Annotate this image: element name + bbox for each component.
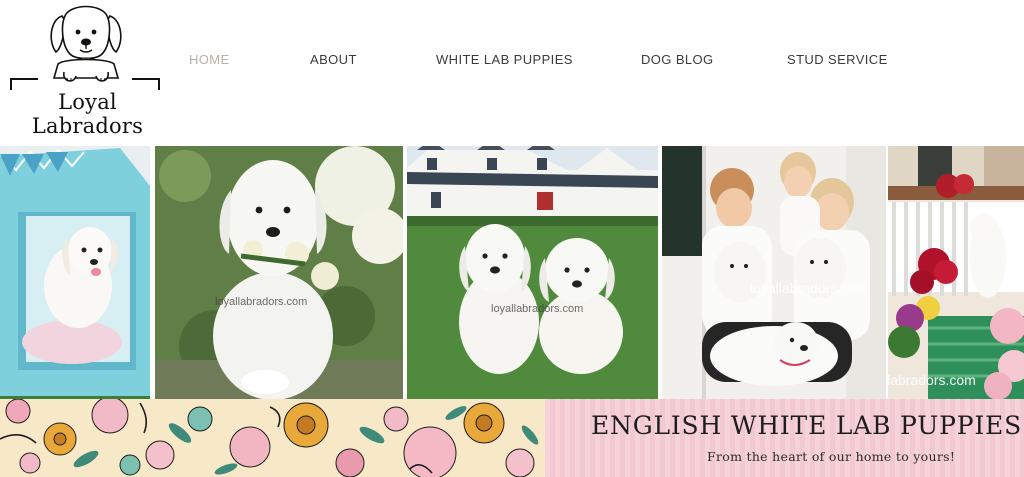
banner-title: ENGLISH WHITE LAB PUPPIES — [590, 411, 1022, 440]
floral-pattern — [0, 399, 545, 477]
photo-puppy-flowers[interactable]: loyallabradors.com — [155, 146, 403, 399]
nav-stud-service[interactable]: STUD SERVICE — [787, 52, 888, 67]
puppy-photo-gallery: loyallabradors.com loyallabradors.com lo… — [0, 146, 1024, 399]
photo-two-puppies-yard[interactable]: loyallabradors.com — [407, 146, 658, 399]
photo-watermark: loyallabradors.com — [750, 280, 868, 296]
nav-about[interactable]: ABOUT — [310, 52, 357, 67]
photo-girls-with-puppies[interactable]: loyallabradors.com — [662, 146, 886, 399]
photo-watermark: loyallabradors.com — [215, 296, 308, 308]
photo-puppy-doghouse[interactable] — [0, 146, 153, 399]
photo-watermark: loyallabradors.com — [491, 303, 584, 315]
main-navigation: HOME ABOUT WHITE LAB PUPPIES DOG BLOG ST… — [0, 52, 1024, 74]
photo-porch-dog-flowers[interactable]: llabradors.com — [888, 146, 1024, 399]
site-header: Loyal Labradors HOME ABOUT WHITE LAB PUP… — [0, 0, 1024, 146]
banner-subtitle: From the heart of our home to yours! — [707, 449, 956, 464]
logo-text: Loyal Labradors — [0, 90, 175, 138]
hero-banner: ENGLISH WHITE LAB PUPPIES From the heart… — [0, 399, 1024, 477]
nav-dog-blog[interactable]: DOG BLOG — [641, 52, 714, 67]
nav-home[interactable]: HOME — [189, 52, 230, 67]
photo-watermark: llabradors.com — [888, 372, 976, 388]
banner-pink-panel: ENGLISH WHITE LAB PUPPIES From the heart… — [545, 399, 1024, 477]
nav-white-lab-puppies[interactable]: WHITE LAB PUPPIES — [436, 52, 573, 67]
